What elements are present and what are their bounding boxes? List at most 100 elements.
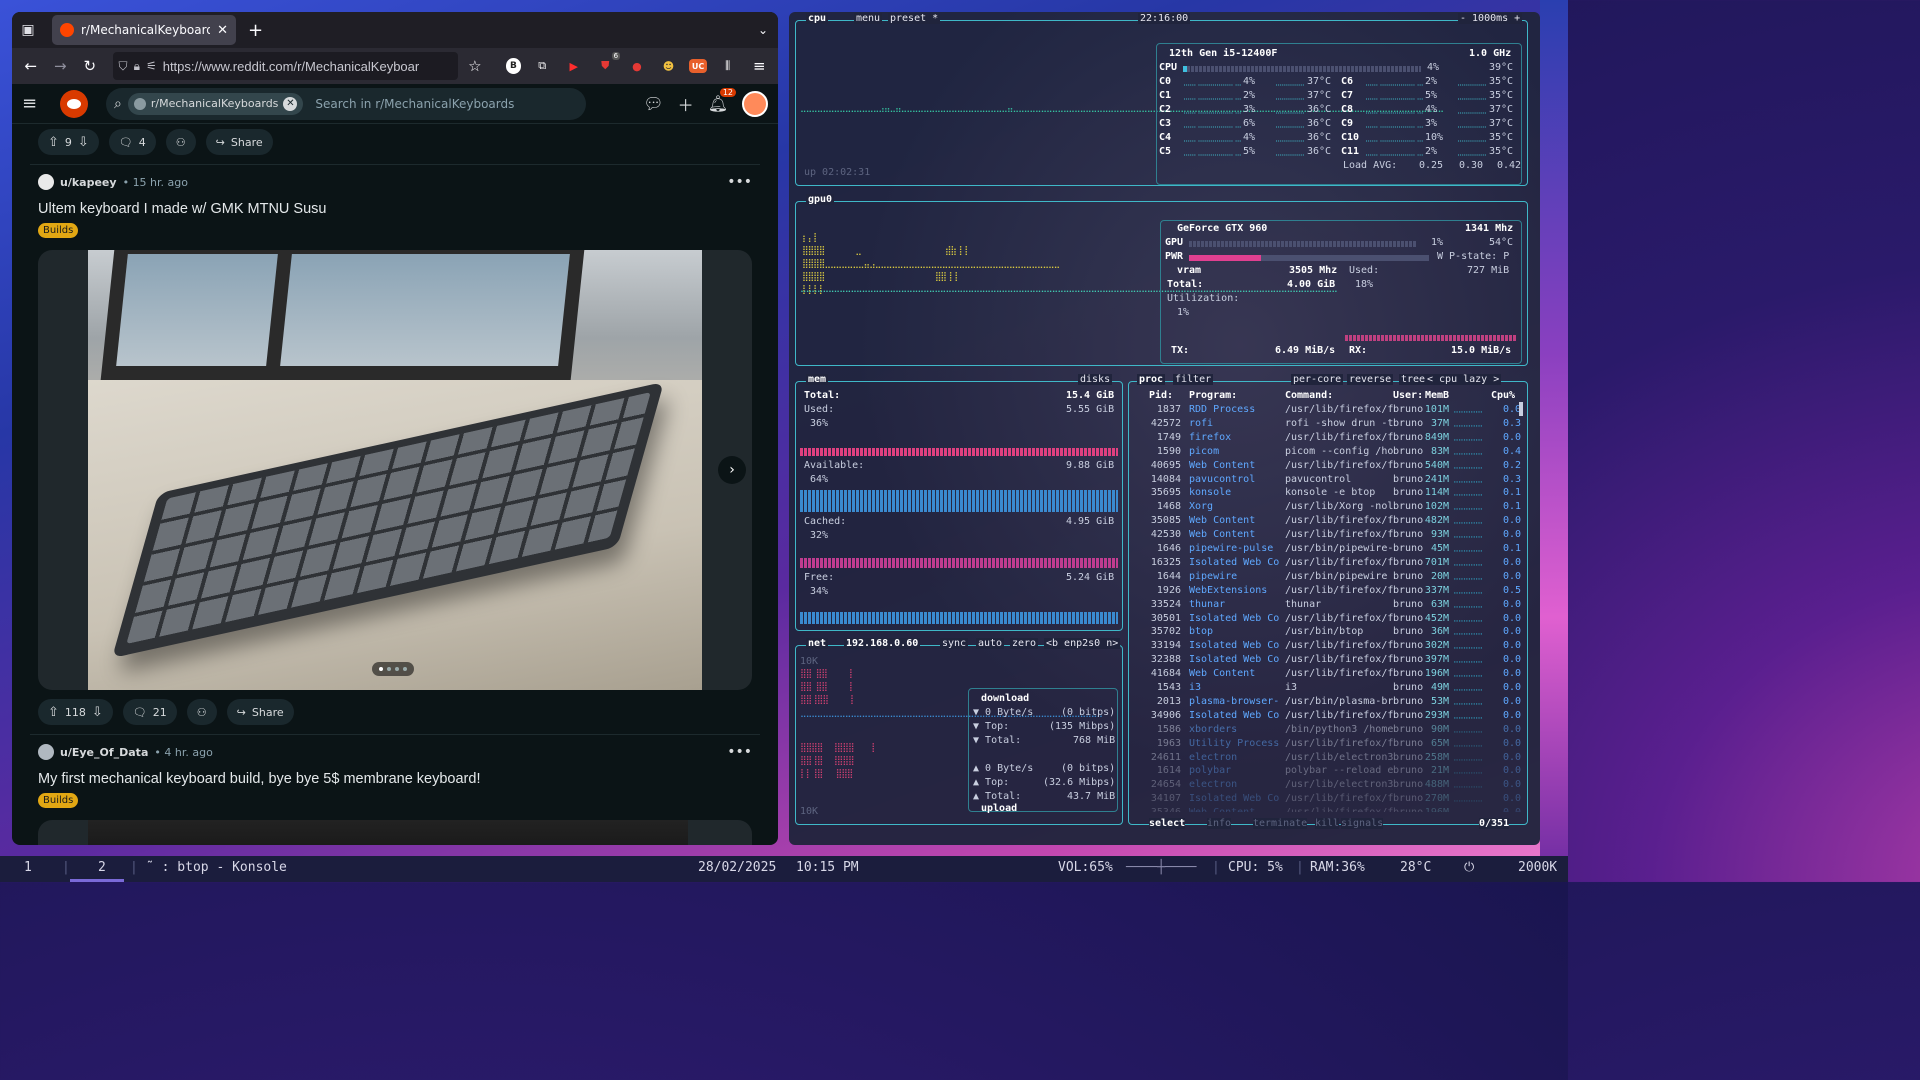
tab-reddit[interactable]: r/MechanicalKeyboards for ✕: [52, 15, 236, 45]
process-row[interactable]: 1468 Xorg/usr/lib/Xorg -nol bruno 102M 0.1 ⣀⣀…: [1135, 501, 1525, 515]
upvote-icon[interactable]: ⇧: [48, 705, 59, 720]
net-box-title[interactable]: net: [806, 638, 829, 649]
volume-slider[interactable]: ────┼────: [1126, 860, 1196, 875]
process-row[interactable]: 42572 rofi rofi -show drun -t bruno 37M 0.3 ⣀⣀…: [1135, 418, 1525, 432]
process-row[interactable]: 42530 Web Content/usr/lib/firefox/f bruno 9…: [1135, 529, 1525, 543]
more-icon[interactable]: •••: [727, 174, 752, 190]
reddit-search[interactable]: ⌕ r/MechanicalKeyboards ✕ Search in r/Me…: [106, 87, 586, 120]
process-row[interactable]: 1646 pipewire-pulse/usr/bin/pipewire-brun…: [1135, 543, 1525, 557]
user-avatar[interactable]: [38, 174, 54, 190]
process-row[interactable]: 1614 polybar polybar --reload e bruno 21M 0.0…: [1135, 765, 1525, 779]
proc-filter[interactable]: filter: [1173, 374, 1214, 385]
post-title[interactable]: My first mechanical keyboard build, bye …: [12, 771, 778, 787]
extension-icon[interactable]: ⧉: [531, 55, 553, 77]
comments-button[interactable]: 🗨︎ 21: [122, 699, 177, 725]
plus-icon[interactable]: +: [248, 20, 263, 41]
date[interactable]: 28/02/2025: [698, 860, 776, 875]
process-row[interactable]: 33194 Isolated Web Co/usr/lib/firefox/f br…: [1135, 640, 1525, 654]
post-flair[interactable]: Builds: [38, 223, 79, 238]
proc-signals[interactable]: signals: [1341, 818, 1384, 829]
process-row[interactable]: 1543 i3 i3 bruno 49M 0.0 ⣀⣀⣀⣀⣀⣀: [1135, 682, 1525, 696]
header-user[interactable]: User:: [1393, 390, 1423, 401]
chat-icon[interactable]: 💬︎: [643, 94, 663, 113]
redshift-temp[interactable]: 2000K: [1518, 860, 1557, 875]
volume[interactable]: VOL:65%: [1058, 860, 1113, 875]
process-row[interactable]: 30501 Isolated Web Co/usr/lib/firefox/f br…: [1135, 613, 1525, 627]
proc-scrollbar[interactable]: [1519, 402, 1523, 416]
award-button[interactable]: ⚇: [186, 699, 217, 725]
header-command[interactable]: Command:: [1285, 390, 1333, 401]
process-row[interactable]: 24611 electron/usr/lib/electron3 bruno 258M…: [1135, 752, 1525, 766]
hamburger-icon[interactable]: ≡: [22, 93, 52, 114]
tab-list-icon[interactable]: ▣: [12, 12, 44, 48]
menu-button[interactable]: menu: [854, 13, 883, 24]
process-row[interactable]: 35695 konsole konsole -e btop bruno 114M 0.1 ⣀…: [1135, 487, 1525, 501]
process-row[interactable]: 34107 Isolated Web Co/usr/lib/firefox/f br…: [1135, 793, 1525, 807]
comments-button[interactable]: 🗨︎ 4: [108, 129, 156, 155]
proc-tree-toggle[interactable]: tree: [1399, 374, 1428, 385]
process-row[interactable]: 1749 firefox/usr/lib/firefox/f bruno 849M 0.…: [1135, 432, 1525, 446]
proc-box-title[interactable]: proc: [1137, 374, 1166, 385]
user-avatar[interactable]: [38, 744, 54, 760]
gpu-box-title[interactable]: gpu0: [806, 194, 835, 205]
award-button[interactable]: ⚇: [165, 129, 196, 155]
process-row[interactable]: 14084 pavucontrol pavucontrol bruno 241M 0.3 ⣀…: [1135, 474, 1525, 488]
net-sync-toggle[interactable]: sync: [940, 638, 969, 649]
bell-icon[interactable]: 🔔︎ 12: [708, 88, 736, 113]
share-button[interactable]: ↪ Share: [205, 129, 273, 155]
workspace-1[interactable]: 1: [24, 860, 32, 875]
process-row[interactable]: 1644 pipewire/usr/bin/pipewire bruno 20M 0.0…: [1135, 571, 1525, 585]
header-cpu[interactable]: Cpu%: [1491, 390, 1515, 401]
header-program[interactable]: Program:: [1189, 390, 1237, 401]
power-icon[interactable]: ⏻: [1464, 860, 1474, 875]
uc-extension-icon[interactable]: UC: [689, 59, 707, 73]
forward-icon[interactable]: →: [48, 53, 74, 79]
process-row[interactable]: 24654 electron/usr/lib/electron3 bruno 488M…: [1135, 779, 1525, 793]
clear-chip-icon[interactable]: ✕: [283, 96, 298, 111]
process-row[interactable]: 35085 Web Content/usr/lib/firefox/f bruno 4…: [1135, 515, 1525, 529]
proc-kill[interactable]: kill: [1315, 818, 1340, 829]
tracking-icon[interactable]: ⚟: [146, 59, 157, 73]
upvote-icon[interactable]: ⇧: [48, 135, 59, 150]
share-button[interactable]: ↪ Share: [226, 699, 294, 725]
post-gallery[interactable]: ›: [38, 250, 752, 690]
mem-box-title[interactable]: mem: [806, 374, 829, 385]
process-row[interactable]: 2013 plasma-browser- /usr/bin/plasma-br bru…: [1135, 696, 1525, 710]
process-row[interactable]: 16325 Isolated Web Co/usr/lib/firefox/f br…: [1135, 557, 1525, 571]
post-author[interactable]: u/Eye_Of_Data: [60, 746, 148, 759]
ublock-extension-icon[interactable]: ⛊ 6: [595, 52, 621, 77]
search-placeholder[interactable]: Search in r/MechanicalKeyboards: [315, 97, 514, 111]
url-bar[interactable]: ⛉ 🔒︎ ⚟ https://www.reddit.com/r/Mechanic…: [112, 52, 459, 80]
downvote-icon[interactable]: ⇩: [92, 705, 103, 720]
raspberry-extension-icon[interactable]: ●: [626, 55, 648, 77]
process-row[interactable]: 40695 Web Content/usr/lib/firefox/f bruno 5…: [1135, 460, 1525, 474]
youtube-extension-icon[interactable]: ▶: [563, 55, 585, 77]
disks-toggle[interactable]: disks: [1078, 374, 1113, 385]
downvote-icon[interactable]: ⇩: [78, 135, 89, 150]
post-title[interactable]: Ultem keyboard I made w/ GMK MTNU Susu: [12, 201, 778, 217]
menu-icon[interactable]: ≡: [746, 53, 772, 79]
more-icon[interactable]: •••: [727, 744, 752, 760]
proc-sort[interactable]: < cpu lazy >: [1425, 374, 1502, 385]
process-row[interactable]: 1963 Utility Process/usr/lib/firefox/f bru…: [1135, 738, 1525, 752]
net-zero-toggle[interactable]: zero: [1010, 638, 1039, 649]
net-auto-toggle[interactable]: auto: [976, 638, 1005, 649]
process-row[interactable]: 1586 xborders/bin/python3 /home bruno 90M 0.…: [1135, 724, 1525, 738]
star-icon[interactable]: ☆: [462, 53, 488, 79]
subreddit-chip[interactable]: r/MechanicalKeyboards ✕: [127, 92, 304, 115]
reload-icon[interactable]: ↻: [77, 53, 103, 79]
process-row[interactable]: 1926 WebExtensions/usr/lib/firefox/f bruno…: [1135, 585, 1525, 599]
time[interactable]: 10:15 PM: [796, 860, 859, 875]
extension-b-icon[interactable]: B: [505, 58, 522, 74]
net-interface[interactable]: <b enp2s0 n>: [1044, 638, 1121, 649]
workspace-2[interactable]: 2: [98, 860, 106, 875]
proc-select[interactable]: select: [1149, 818, 1186, 829]
post-image[interactable]: [88, 250, 702, 690]
proc-reverse-toggle[interactable]: reverse: [1347, 374, 1394, 385]
process-row[interactable]: 34906 Isolated Web Co/usr/lib/firefox/f br…: [1135, 710, 1525, 724]
process-row[interactable]: 33524 thunar thunar bruno 63M 0.0 ⣀⣀⣀⣀⣀⣀: [1135, 599, 1525, 613]
proc-per-core-toggle[interactable]: per-core: [1291, 374, 1344, 385]
chevron-down-icon[interactable]: ⌄: [758, 23, 768, 37]
process-row[interactable]: 1590 picom picom --config /ho bruno 83M 0.4 ⣀⣀…: [1135, 446, 1525, 460]
preset-button[interactable]: preset *: [888, 13, 941, 24]
